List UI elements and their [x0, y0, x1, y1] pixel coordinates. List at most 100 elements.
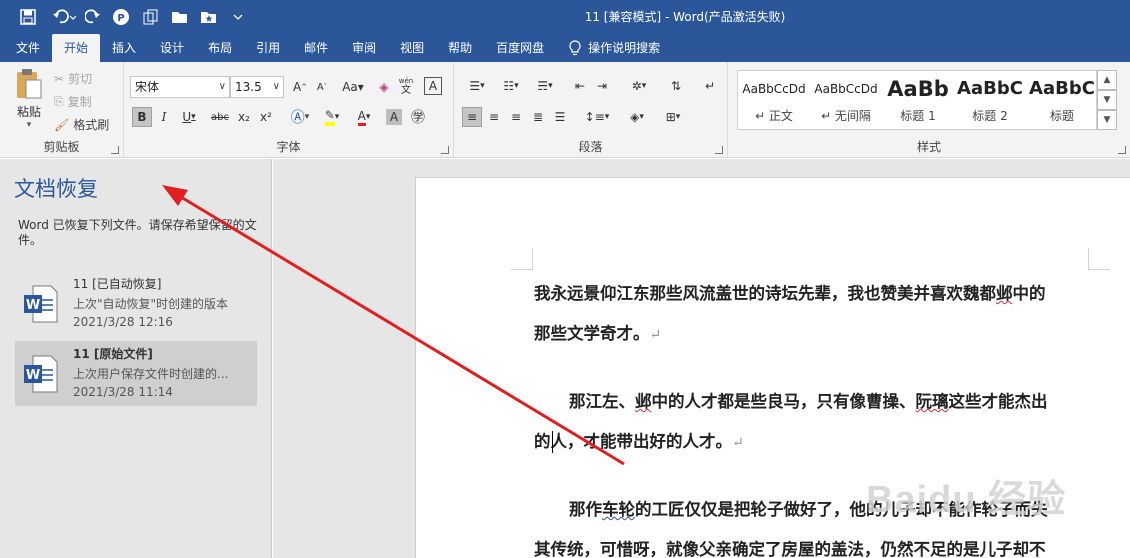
format-painter-button[interactable]: 🖌 格式刷	[54, 116, 109, 133]
svg-text:W: W	[26, 298, 40, 313]
pane-title: 文档恢复	[14, 177, 98, 201]
phonetic-guide-icon[interactable]: wén 文	[396, 76, 416, 96]
justify-icon[interactable]: ≣	[528, 107, 548, 127]
line-spacing-icon[interactable]: ↕≡ ▾	[582, 107, 612, 127]
italic-button[interactable]: I	[154, 107, 174, 127]
style-sample: AaBb	[887, 77, 949, 101]
styles-label: 样式	[916, 140, 941, 154]
char-border-letter: A	[428, 79, 438, 93]
clipboard-launcher-icon[interactable]	[111, 146, 119, 154]
change-case-button[interactable]: Aa ▾	[338, 77, 368, 97]
gallery-more-icon[interactable]: ▼	[1097, 110, 1117, 130]
paragraph-mark: ↵	[649, 327, 662, 343]
highlight-icon[interactable]: ✎ ▾	[318, 107, 346, 127]
multilevel-list-icon[interactable]: ☴ ▾	[530, 76, 560, 96]
save-icon[interactable]	[18, 7, 38, 27]
font-name-combo[interactable]: 宋体 ∨	[130, 76, 230, 98]
tab-home[interactable]: 开始	[52, 34, 101, 62]
show-marks-icon[interactable]: ↵	[700, 76, 720, 96]
paragraph-1-line-1: 我永远景仰江东那些风流盖世的诗坛先辈，我也赞美并喜欢魏都邺中的	[534, 284, 1046, 303]
p-icon[interactable]: P	[111, 7, 131, 27]
copy-button[interactable]: ⎘ 复制	[54, 93, 92, 110]
bold-button[interactable]: B	[132, 107, 152, 127]
text-effects-icon[interactable]: Ⓐ ▾	[286, 107, 314, 127]
underline-button[interactable]: U ▾	[176, 107, 202, 127]
recovered-file-autosave[interactable]: W 11 [已自动恢复] 上次"自动恢复"时创建的版本 2021/3/28 12…	[15, 271, 257, 336]
tab-mailings[interactable]: 邮件	[292, 34, 340, 62]
numbering-icon[interactable]: ☷ ▾	[496, 76, 526, 96]
increase-indent-icon[interactable]: ⇥	[592, 76, 612, 96]
gallery-up-icon[interactable]: ▲	[1097, 70, 1117, 90]
open-folder-icon[interactable]	[170, 7, 190, 27]
decrease-indent-icon[interactable]: ⇤	[570, 76, 590, 96]
paste-button[interactable]: 粘贴 ▾	[10, 68, 48, 138]
paragraph-mark: ↵	[732, 435, 744, 451]
underline-label: U	[182, 110, 192, 124]
tab-file[interactable]: 文件	[0, 34, 52, 62]
tell-me-search[interactable]: 操作说明搜索	[556, 34, 672, 62]
bullets-icon[interactable]: ☰ ▾	[462, 76, 492, 96]
file-description: 上次用户保存文件时创建的...	[73, 367, 229, 381]
align-right-icon[interactable]: ≡	[506, 107, 526, 127]
borders-icon[interactable]: ⊞ ▾	[658, 107, 688, 127]
subscript-button[interactable]: x₂	[234, 107, 254, 127]
style-heading-1[interactable]: AaBb 标题 1	[882, 71, 954, 131]
style-heading-2[interactable]: AaBbC 标题 2	[954, 71, 1026, 131]
style-normal[interactable]: AaBbCcDd ↵ 正文	[738, 71, 810, 131]
tab-layout[interactable]: 布局	[196, 34, 244, 62]
svg-text:W: W	[26, 368, 40, 383]
style-no-spacing[interactable]: AaBbCcDd ↵ 无间隔	[810, 71, 882, 131]
file-date: 2021/3/28 12:16	[73, 315, 173, 329]
font-size-combo[interactable]: 13.5 ∨	[230, 76, 284, 98]
paragraph-launcher-icon[interactable]	[715, 146, 723, 154]
shrink-font-icon[interactable]: Aˇ	[312, 77, 332, 97]
shading-icon[interactable]: ◈ ▾	[622, 107, 652, 127]
tab-references[interactable]: 引用	[244, 34, 292, 62]
gallery-down-icon[interactable]: ▼	[1097, 90, 1117, 110]
undo-icon[interactable]	[50, 7, 78, 27]
paragraph-2-line-2: 的人，才能带出好的人才。↵	[534, 432, 744, 451]
chinese-layout-icon[interactable]: ✲ ▾	[624, 76, 654, 96]
tab-insert[interactable]: 插入	[100, 34, 148, 62]
style-title[interactable]: AaBbC 标题	[1026, 71, 1098, 131]
styles-launcher-icon[interactable]	[1118, 146, 1126, 154]
style-name: 标题 1	[900, 109, 936, 123]
char-border-icon[interactable]: A	[424, 77, 442, 95]
grow-font-icon[interactable]: A ^	[290, 77, 310, 97]
font-label: 字体	[276, 140, 301, 154]
strikethrough-button[interactable]: abc	[208, 107, 232, 127]
recovered-file-original[interactable]: W 11 [原始文件] 上次用户保存文件时创建的... 2021/3/28 11…	[15, 341, 257, 406]
subscript-label: x₂	[238, 110, 250, 124]
enclose-char-icon[interactable]: ㊫	[408, 107, 428, 127]
paragraph-2-line-1: 那江左、邺中的人才都是些良马，只有像曹操、阮璃这些才能杰出	[569, 392, 1048, 411]
strikethrough-label: abc	[211, 111, 229, 123]
char-shading-icon[interactable]: A	[386, 109, 402, 125]
title-bar: P 11 [兼容模式] - Word(产品激活失败)	[0, 0, 1130, 34]
star-folder-icon[interactable]	[199, 7, 219, 27]
distributed-icon[interactable]: ☰	[550, 107, 570, 127]
tab-review[interactable]: 审阅	[340, 34, 388, 62]
tab-baidu-netdisk[interactable]: 百度网盘	[484, 34, 556, 62]
paragraph-1-line-2: 那些文学奇才。↵	[534, 324, 662, 343]
tab-design[interactable]: 设计	[148, 34, 196, 62]
tab-help[interactable]: 帮助	[436, 34, 484, 62]
style-sample: AaBbC	[957, 78, 1023, 99]
customize-icon[interactable]	[228, 7, 248, 27]
align-center-icon[interactable]: ≡	[484, 107, 504, 127]
paste-dropdown-icon[interactable]: ▾	[10, 120, 48, 130]
copy-label: 复制	[67, 95, 92, 109]
superscript-button[interactable]: x²	[256, 107, 276, 127]
svg-text:P: P	[117, 13, 124, 24]
font-launcher-icon[interactable]	[441, 146, 449, 154]
align-left-icon[interactable]: ≡	[462, 107, 482, 127]
clear-format-icon[interactable]: ◈	[374, 77, 394, 97]
cut-button[interactable]: ✂ 剪切	[54, 70, 92, 87]
crop-mark-right	[1088, 248, 1110, 270]
chevron-down-icon: ∨	[272, 81, 280, 92]
tab-view[interactable]: 视图	[388, 34, 436, 62]
sort-icon[interactable]: ⇅	[666, 76, 686, 96]
redo-icon[interactable]	[83, 7, 103, 27]
copy-layout-icon[interactable]	[141, 7, 161, 27]
brush-icon: 🖌	[54, 117, 70, 132]
font-color-icon[interactable]: A ▾	[350, 107, 378, 127]
